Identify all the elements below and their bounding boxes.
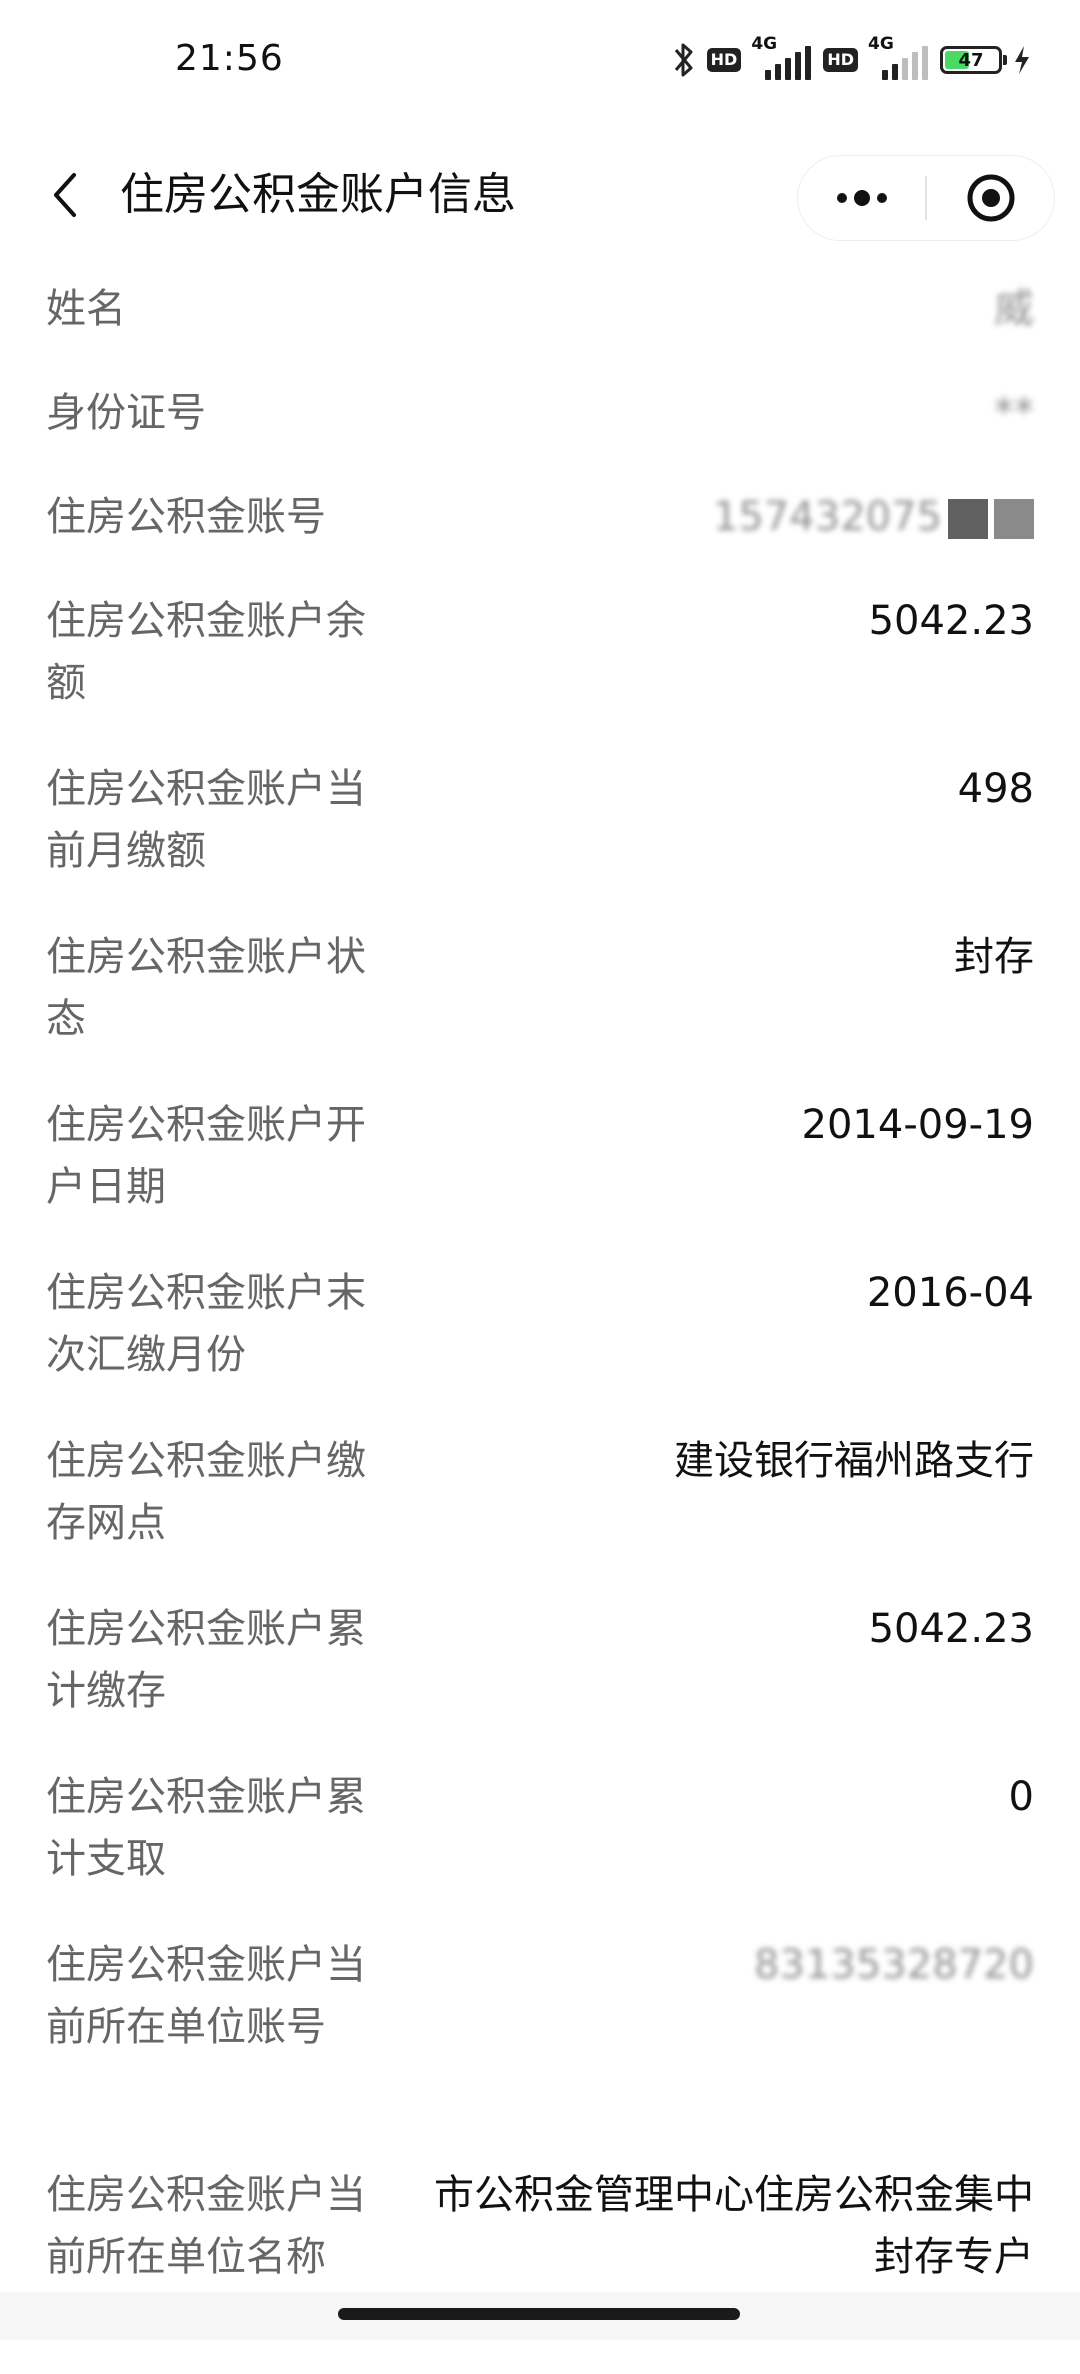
page-title: 住房公积金账户信息 xyxy=(120,169,516,220)
field-label: 住房公积金账号 xyxy=(46,494,326,540)
info-row-last-payment-month: 住房公积金账户末次汇缴月份 2016-04 xyxy=(0,1242,1080,1410)
battery-icon: 47 xyxy=(940,46,1007,74)
info-row-branch: 住房公积金账户缴存网点 建设银行福州路支行 xyxy=(0,1410,1080,1578)
field-value: 建设银行福州路支行 xyxy=(674,1438,1034,1484)
field-value: 0 xyxy=(1008,1774,1034,1820)
info-row-open-date: 住房公积金账户开户日期 2014-09-19 xyxy=(0,1074,1080,1242)
field-value: 威 xyxy=(994,286,1034,332)
field-label: 住房公积金账户累计支取 xyxy=(46,1774,366,1882)
hd-badge-2: HD xyxy=(823,48,858,72)
info-row-balance: 住房公积金账户余额 5042.23 xyxy=(0,570,1080,738)
field-label: 住房公积金账户余额 xyxy=(46,598,366,706)
field-value: 498 xyxy=(957,766,1034,812)
info-row-employer-account: 住房公积金账户当前所在单位账号 83135328720 xyxy=(0,1914,1080,2144)
account-info-list: 姓名 威 身份证号 ** 住房公积金账号 157432075 住房公积金账户余额… xyxy=(0,258,1080,2374)
field-label: 住房公积金账户状态 xyxy=(46,934,366,1042)
field-label: 住房公积金账户当前月缴额 xyxy=(46,766,366,874)
field-label: 住房公积金账户末次汇缴月份 xyxy=(46,1270,366,1378)
back-button[interactable] xyxy=(30,120,100,270)
mosaic-redaction xyxy=(994,499,1034,539)
field-label: 住房公积金账户累计缴存 xyxy=(46,1606,366,1714)
close-button[interactable] xyxy=(927,156,1054,240)
field-value: ** xyxy=(994,390,1034,436)
account-number-text: 157432075 xyxy=(712,494,942,540)
battery-level: 47 xyxy=(958,49,984,71)
field-label: 身份证号 xyxy=(46,390,206,436)
field-value: 5042.23 xyxy=(868,1606,1034,1652)
info-row-name: 姓名 威 xyxy=(0,258,1080,362)
field-value: 83135328720 xyxy=(754,1942,1034,1988)
field-value: 2014-09-19 xyxy=(801,1102,1034,1148)
signal-strength-icon-2: 4G xyxy=(868,34,930,82)
field-value: 157432075 xyxy=(366,466,1034,548)
field-label: 住房公积金账户当前所在单位账号 xyxy=(46,1942,366,2050)
signal-strength-icon: 4G xyxy=(751,34,813,82)
field-label: 住房公积金账户开户日期 xyxy=(46,1102,366,1210)
info-row-total-deposit: 住房公积金账户累计缴存 5042.23 xyxy=(0,1578,1080,1746)
info-row-account-number: 住房公积金账号 157432075 xyxy=(0,466,1080,570)
target-close-icon xyxy=(967,174,1014,222)
home-bar-area xyxy=(0,2292,1080,2340)
nav-bar: 住房公积金账户信息 xyxy=(0,120,1080,270)
chevron-left-icon xyxy=(54,173,76,217)
status-time: 21:56 xyxy=(175,38,284,79)
status-icons: HD 4G HD 4G 47 xyxy=(671,34,1032,84)
info-row-monthly-payment: 住房公积金账户当前月缴额 498 xyxy=(0,738,1080,906)
field-value: 5042.23 xyxy=(868,598,1034,644)
info-row-status: 住房公积金账户状态 封存 xyxy=(0,906,1080,1074)
info-row-id-number: 身份证号 ** xyxy=(0,362,1080,466)
field-label: 姓名 xyxy=(46,286,126,332)
field-label: 住房公积金账户当前所在单位名称 xyxy=(46,2172,366,2280)
field-label: 住房公积金账户缴存网点 xyxy=(46,1438,366,1546)
field-value: 市公积金管理中心住房公积金集中封存专户 xyxy=(434,2172,1034,2280)
charging-bolt-icon xyxy=(1015,46,1029,74)
mosaic-redaction xyxy=(948,499,988,539)
status-bar: 21:56 HD 4G HD 4G 47 xyxy=(0,0,1080,120)
home-indicator[interactable] xyxy=(338,2308,740,2320)
field-value: 封存 xyxy=(954,934,1034,980)
bluetooth-icon xyxy=(674,43,693,77)
field-value: 2016-04 xyxy=(866,1270,1034,1316)
miniprogram-capsule xyxy=(798,156,1054,240)
hd-badge: HD xyxy=(706,48,742,72)
info-row-total-withdrawal: 住房公积金账户累计支取 0 xyxy=(0,1746,1080,1914)
more-button[interactable] xyxy=(798,156,925,240)
more-dots-icon xyxy=(836,190,887,206)
